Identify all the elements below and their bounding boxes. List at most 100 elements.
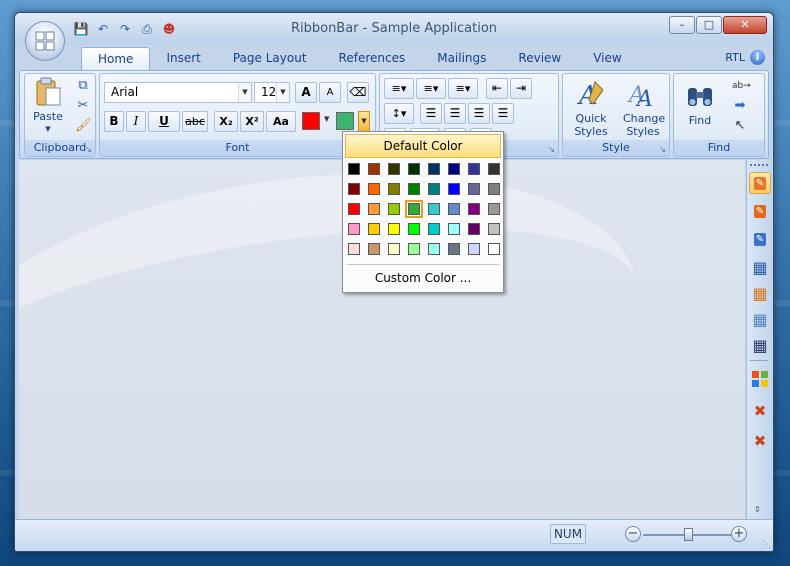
goto-arrow-icon[interactable]: ➡ — [732, 98, 748, 114]
color-swatch[interactable] — [488, 183, 500, 195]
font-size-combo[interactable]: 12 ▼ — [254, 82, 290, 103]
font-name-combo[interactable]: Arial ▼ — [104, 82, 252, 103]
color-swatch[interactable] — [388, 243, 400, 255]
grow-font-button[interactable]: A — [295, 82, 317, 103]
sidebar-grid-orange-icon[interactable]: ▦ — [749, 282, 771, 304]
line-spacing-button[interactable]: ↕▾ — [384, 103, 414, 124]
color-swatch[interactable] — [348, 203, 360, 215]
subscript-button[interactable]: X₂ — [214, 111, 238, 132]
color-swatch[interactable] — [408, 183, 420, 195]
color-swatch[interactable] — [468, 203, 480, 215]
color-swatch[interactable] — [428, 223, 440, 235]
color-swatch[interactable] — [448, 183, 460, 195]
underline-button[interactable]: U — [148, 111, 180, 132]
color-swatch[interactable] — [368, 203, 380, 215]
font-color-button[interactable] — [302, 112, 320, 130]
color-swatch[interactable] — [368, 183, 380, 195]
tab-insert[interactable]: Insert — [150, 47, 216, 71]
color-swatch[interactable] — [448, 243, 460, 255]
styles-launcher-icon[interactable]: ↘ — [659, 145, 666, 154]
color-swatch[interactable] — [428, 203, 440, 215]
color-swatch[interactable] — [388, 183, 400, 195]
tab-page-layout[interactable]: Page Layout — [217, 47, 323, 71]
color-swatch[interactable] — [448, 163, 460, 175]
maximize-button[interactable]: □ — [696, 16, 722, 34]
multilevel-list-button[interactable]: ≡▾ — [448, 78, 478, 99]
zoom-out-button[interactable]: − — [625, 526, 641, 542]
tab-view[interactable]: View — [577, 47, 637, 71]
color-swatch[interactable] — [348, 163, 360, 175]
color-swatch[interactable] — [488, 223, 500, 235]
color-swatch[interactable] — [448, 223, 460, 235]
color-swatch[interactable] — [368, 223, 380, 235]
change-styles-button[interactable]: A A Change Styles — [619, 78, 667, 138]
sidebar-grid-lightblue-icon[interactable]: ▦ — [749, 308, 771, 330]
sidebar-word-icon[interactable]: ✎ — [749, 172, 771, 194]
align-right-button[interactable]: ☰ — [468, 103, 490, 124]
font-size-dropdown-icon[interactable]: ▼ — [276, 83, 289, 102]
color-swatch[interactable] — [405, 200, 423, 218]
color-swatch[interactable] — [388, 203, 400, 215]
color-swatch[interactable] — [408, 223, 420, 235]
sidebar-blue-app-icon[interactable]: ✎ — [749, 228, 771, 250]
align-left-button[interactable]: ☰ — [420, 103, 442, 124]
sidebar-scroll-icon[interactable]: ⇕ — [754, 505, 761, 514]
decrease-indent-button[interactable]: ⇤ — [486, 78, 508, 99]
color-swatch[interactable] — [348, 183, 360, 195]
color-swatch[interactable] — [468, 223, 480, 235]
color-swatch[interactable] — [388, 223, 400, 235]
default-color-button[interactable]: Default Color — [345, 134, 501, 158]
replace-icon[interactable]: ab→ — [732, 78, 751, 94]
change-case-button[interactable]: Aa — [266, 111, 296, 132]
sidebar-orange-app-icon[interactable]: ✎ — [749, 200, 771, 222]
color-swatch[interactable] — [468, 163, 480, 175]
justify-button[interactable]: ☰ — [492, 103, 514, 124]
superscript-button[interactable]: X² — [240, 111, 264, 132]
highlight-color-button[interactable] — [336, 112, 354, 130]
cut-icon[interactable]: ✂ — [75, 98, 91, 114]
color-swatch[interactable] — [348, 223, 360, 235]
color-swatch[interactable] — [428, 243, 440, 255]
sidebar-grid-navy-icon[interactable]: ▦ — [749, 334, 771, 356]
color-swatch[interactable] — [408, 243, 420, 255]
color-swatch[interactable] — [468, 183, 480, 195]
color-swatch[interactable] — [488, 203, 500, 215]
tab-home[interactable]: Home — [81, 47, 151, 71]
strikethrough-button[interactable]: abc — [182, 111, 208, 132]
select-cursor-icon[interactable]: ↖ — [732, 118, 748, 134]
minimize-button[interactable]: – — [669, 16, 695, 34]
font-color-dropdown-icon[interactable]: ▼ — [324, 115, 329, 123]
bold-button[interactable]: B — [104, 111, 124, 132]
paragraph-launcher-icon[interactable]: ↘ — [548, 145, 555, 154]
sidebar-grip-icon[interactable] — [750, 164, 768, 166]
tab-references[interactable]: References — [323, 47, 422, 71]
increase-indent-button[interactable]: ⇥ — [510, 78, 532, 99]
application-menu-button[interactable] — [25, 21, 65, 61]
font-name-dropdown-icon[interactable]: ▼ — [238, 83, 251, 102]
color-swatch[interactable] — [368, 243, 380, 255]
sidebar-app-8-icon[interactable]: ✖ — [749, 400, 771, 422]
quick-styles-button[interactable]: A Quick Styles — [567, 78, 615, 138]
shrink-font-button[interactable]: A — [319, 82, 341, 103]
color-swatch[interactable] — [348, 243, 360, 255]
clipboard-launcher-icon[interactable]: ↘ — [85, 145, 92, 154]
color-swatch[interactable] — [488, 163, 500, 175]
windows-flag-icon[interactable] — [749, 368, 771, 390]
color-swatch[interactable] — [488, 243, 500, 255]
paste-dropdown-icon[interactable]: ▼ — [45, 123, 50, 136]
help-icon[interactable]: i — [750, 50, 765, 65]
color-swatch[interactable] — [368, 163, 380, 175]
color-swatch[interactable] — [468, 243, 480, 255]
align-center-button[interactable]: ☰ — [444, 103, 466, 124]
color-swatch[interactable] — [408, 163, 420, 175]
zoom-in-button[interactable]: + — [731, 526, 747, 542]
zoom-slider-thumb[interactable] — [683, 528, 693, 541]
bullets-button[interactable]: ≡▾ — [384, 78, 414, 99]
color-swatch[interactable] — [388, 163, 400, 175]
sidebar-app-5-icon[interactable]: ✖ — [749, 430, 771, 452]
custom-color-button[interactable]: Custom Color ... — [345, 268, 501, 290]
sidebar-grid-blue-icon[interactable]: ▦ — [749, 256, 771, 278]
clear-formatting-button[interactable]: ⌫ — [347, 82, 369, 103]
color-swatch[interactable] — [448, 203, 460, 215]
paste-button[interactable]: Paste ▼ — [29, 76, 67, 136]
